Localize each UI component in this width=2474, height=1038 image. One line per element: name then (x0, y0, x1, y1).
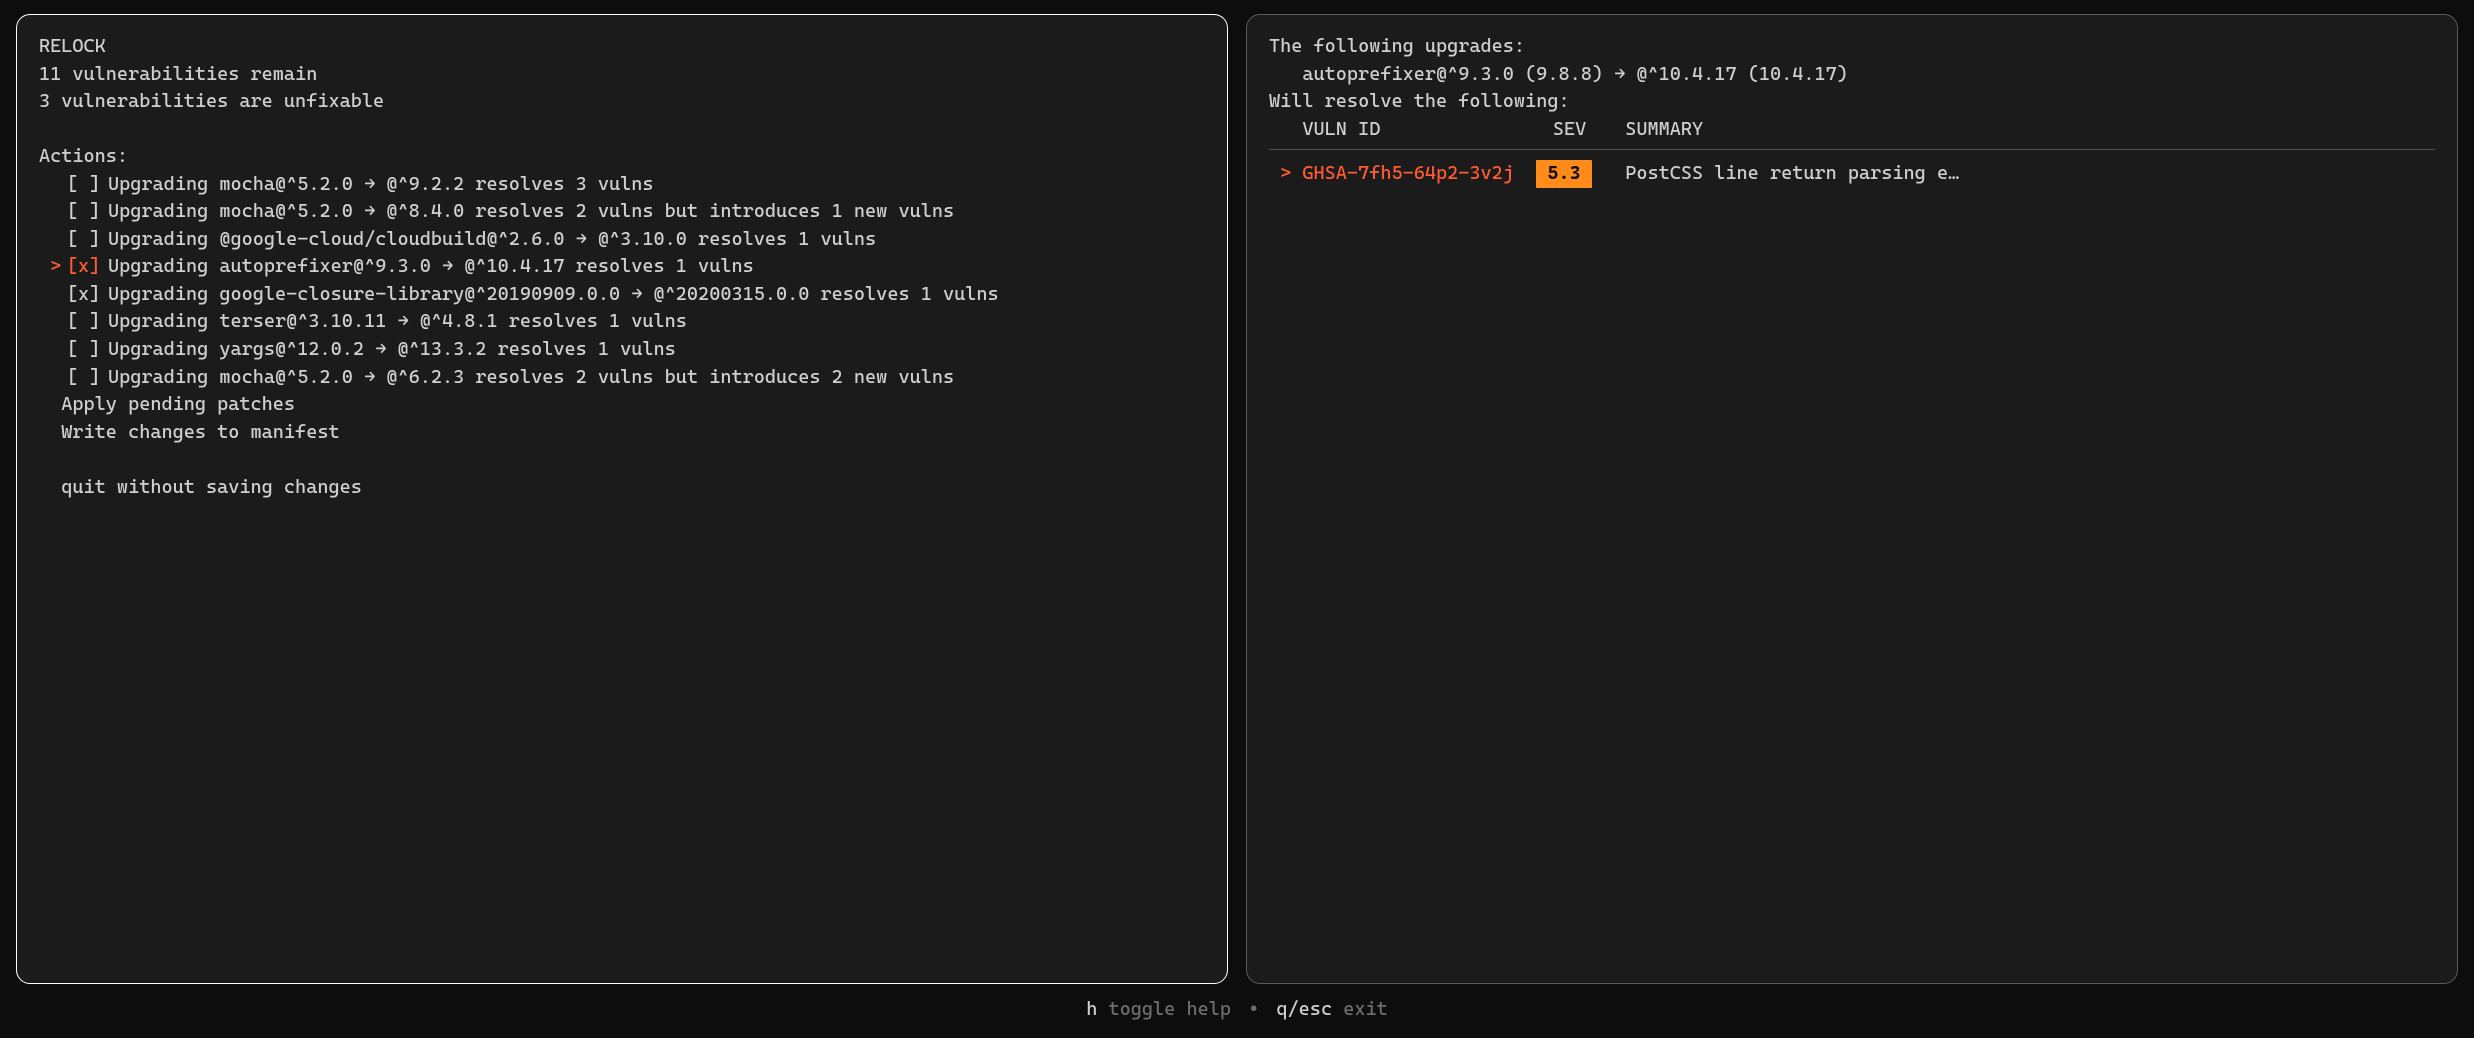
action-row[interactable]: [x]Upgrading google-closure-library@^201… (39, 281, 1205, 309)
action-row[interactable]: [ ]Upgrading terser@^3.10.11 → @^4.8.1 r… (39, 308, 1205, 336)
action-row[interactable]: [ ]Upgrading mocha@^5.2.0 → @^6.2.3 reso… (39, 364, 1205, 392)
action-text: Upgrading terser@^3.10.11 → @^4.8.1 reso… (106, 308, 1205, 336)
caret-icon: > (1269, 160, 1302, 188)
action-text: Upgrading google-closure-library@^201909… (106, 281, 1205, 309)
col-header-sum: SUMMARY (1603, 116, 2435, 144)
vuln-row[interactable]: >GHSA-7fh5-64p2-3v2j5.3PostCSS line retu… (1269, 160, 2435, 188)
action-row[interactable]: [ ]Upgrading @google-cloud/cloudbuild@^2… (39, 226, 1205, 254)
action-row[interactable]: [ ]Upgrading yargs@^12.0.2 → @^13.3.2 re… (39, 336, 1205, 364)
action-text: Upgrading mocha@^5.2.0 → @^8.4.0 resolve… (106, 198, 1205, 226)
vuln-severity-badge: 5.3 (1536, 160, 1592, 188)
actions-heading: Actions: (39, 143, 1205, 171)
action-checkbox[interactable]: [ ] (61, 198, 106, 226)
action-row[interactable]: [ ]Upgrading mocha@^5.2.0 → @^9.2.2 reso… (39, 171, 1205, 199)
footer-hints: h toggle help • q/esc exit (0, 992, 2474, 1038)
action-text: Upgrading yargs@^12.0.2 → @^13.3.2 resol… (106, 336, 1205, 364)
resolve-heading: Will resolve the following: (1269, 88, 2435, 116)
action-checkbox[interactable]: [ ] (61, 336, 106, 364)
action-text: Upgrading mocha@^5.2.0 → @^9.2.2 resolve… (106, 171, 1205, 199)
help-label: toggle help (1109, 998, 1231, 1020)
relock-title: RELOCK (39, 33, 1205, 61)
vuln-id: GHSA-7fh5-64p2-3v2j (1302, 160, 1536, 188)
action-row[interactable]: [ ]Upgrading mocha@^5.2.0 → @^8.4.0 reso… (39, 198, 1205, 226)
col-header-id: VULN ID (1302, 116, 1536, 144)
actions-list: [ ]Upgrading mocha@^5.2.0 → @^9.2.2 reso… (39, 171, 1205, 391)
action-checkbox[interactable]: [ ] (61, 308, 106, 336)
quit-action[interactable]: quit without saving changes (39, 474, 1205, 502)
vuln-table-body: >GHSA-7fh5-64p2-3v2j5.3PostCSS line retu… (1269, 160, 2435, 188)
action-checkbox[interactable]: [x] (61, 281, 106, 309)
quit-key: q/esc (1276, 998, 1332, 1020)
vulns-unfixable-line: 3 vulnerabilities are unfixable (39, 88, 1205, 116)
action-checkbox[interactable]: [ ] (61, 226, 106, 254)
write-manifest-action[interactable]: Write changes to manifest (39, 419, 1205, 447)
apply-patches-action[interactable]: Apply pending patches (39, 391, 1205, 419)
hint-sep: • (1242, 998, 1265, 1020)
action-text: Upgrading @google-cloud/cloudbuild@^2.6.… (106, 226, 1205, 254)
quit-label: exit (1343, 998, 1388, 1020)
action-checkbox[interactable]: [x] (61, 253, 106, 281)
action-text: Upgrading mocha@^5.2.0 → @^6.2.3 resolve… (106, 364, 1205, 392)
vulns-remain-line: 11 vulnerabilities remain (39, 61, 1205, 89)
action-row[interactable]: [x]Upgrading autoprefixer@^9.3.0 → @^10.… (39, 253, 1205, 281)
actions-pane[interactable]: RELOCK 11 vulnerabilities remain 3 vulne… (16, 14, 1228, 984)
upgrade-line: autoprefixer@^9.3.0 (9.8.8) → @^10.4.17 … (1269, 61, 2435, 89)
upgrades-heading: The following upgrades: (1269, 33, 2435, 61)
vuln-summary: PostCSS line return parsing e… (1592, 160, 2435, 188)
col-header-sev: SEV (1536, 116, 1603, 144)
action-checkbox[interactable]: [ ] (61, 364, 106, 392)
action-text: Upgrading autoprefixer@^9.3.0 → @^10.4.1… (106, 253, 1205, 281)
vuln-table-rule (1269, 149, 2435, 150)
details-pane: The following upgrades: autoprefixer@^9.… (1246, 14, 2458, 984)
vuln-table-header: VULN ID SEV SUMMARY (1269, 116, 2435, 144)
action-checkbox[interactable]: [ ] (61, 171, 106, 199)
caret-icon (39, 253, 61, 281)
help-key: h (1086, 998, 1097, 1020)
